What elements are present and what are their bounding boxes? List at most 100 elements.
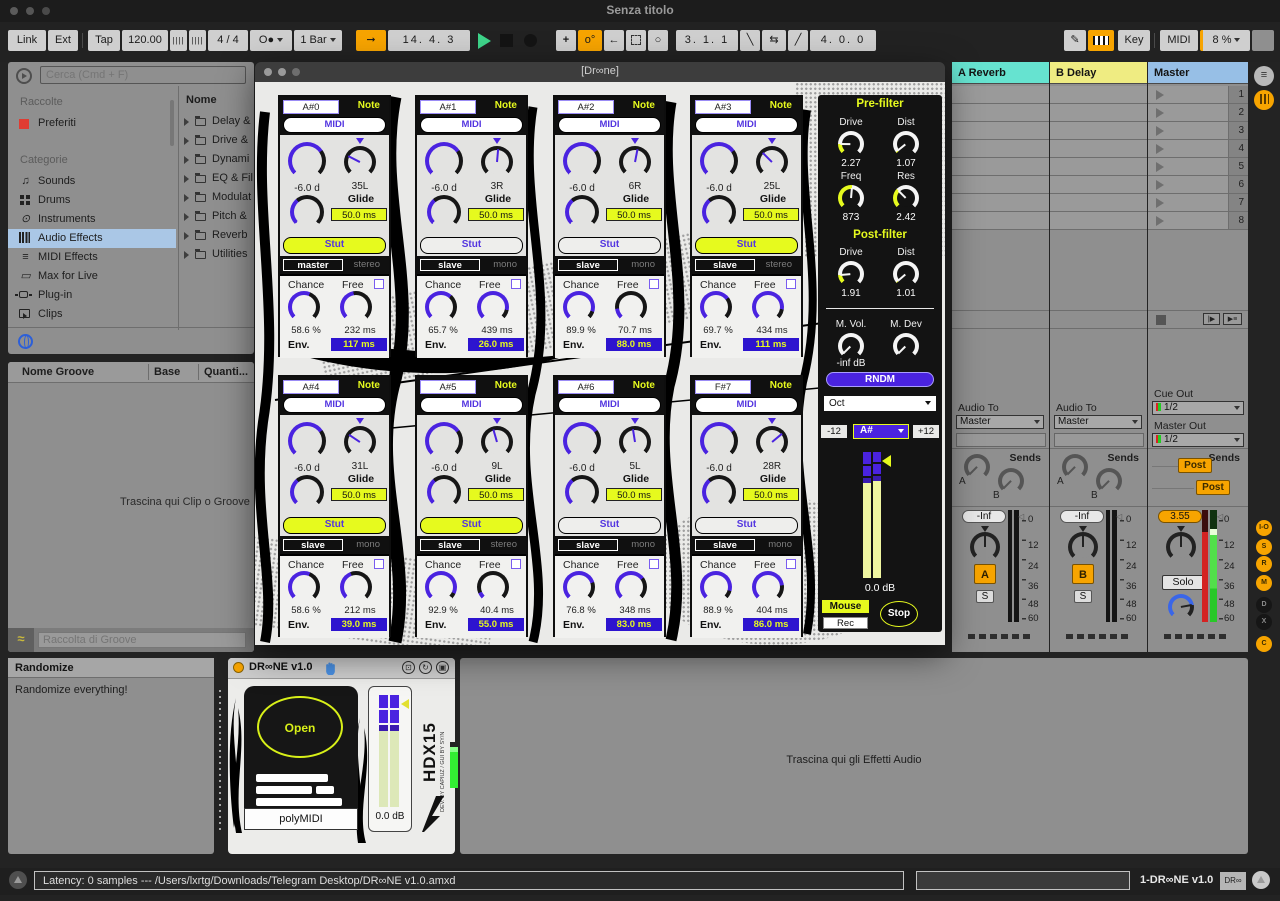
scene-play-icon[interactable] [1156,108,1164,118]
chance-value[interactable]: 89.9 % [555,325,607,336]
sidebar-item-plug-in[interactable]: Plug-in [8,286,176,305]
show-device-view-icon[interactable] [1252,871,1270,889]
stop-all-clips-button[interactable] [1156,315,1166,325]
free-knob[interactable] [615,571,647,603]
follow-button[interactable]: ➞ [356,30,386,51]
pan-knob[interactable] [756,146,788,178]
clip-slot[interactable] [1050,104,1147,122]
sidebar-item-midi-effects[interactable]: ≡MIDI Effects [8,248,176,267]
punch-in-button[interactable]: ╲ [740,30,760,51]
glide-value[interactable]: 50.0 ms [606,488,662,501]
free-knob[interactable] [615,291,647,323]
scene-row[interactable]: 5 [1148,158,1248,176]
midi-button[interactable]: MIDI [695,397,798,413]
device-presets-icon[interactable]: ⊡ [402,661,415,674]
loop-length-field[interactable]: 4. 0. 0 [810,30,876,51]
cpu-meter[interactable]: 8 % [1200,30,1250,51]
scene-number[interactable]: 8 [1228,212,1248,229]
pan-value[interactable]: 31L [338,461,382,472]
pan-value[interactable]: 3R [475,181,519,192]
channel-mode-toggle[interactable]: mono [493,259,517,270]
free-knob[interactable] [477,291,509,323]
channel-mode-toggle[interactable]: stereo [491,539,517,550]
sidebar-item-max-for-live[interactable]: ▭Max for Live [8,267,176,286]
env-value[interactable]: 55.0 ms [468,618,524,631]
polymidi-box[interactable]: polyMIDI [244,808,358,830]
free-checkbox[interactable] [374,559,384,569]
open-button[interactable]: Open [257,696,343,758]
glide-knob[interactable] [565,195,599,229]
note-mode-toggle[interactable]: Note [358,100,380,111]
audio-effects-dropzone[interactable]: Trascina qui gli Effetti Audio [460,658,1248,854]
octave-up-button[interactable]: +12 [913,425,939,438]
search-input[interactable] [40,66,246,84]
note-select[interactable]: A#4 [283,380,339,394]
chance-knob[interactable] [563,571,595,603]
device-chip[interactable]: DR∞ [1220,872,1246,890]
pan-knob[interactable] [344,426,376,458]
cue-volume-knob[interactable] [1168,594,1194,620]
metronome-button[interactable]: O● [250,30,292,51]
sync-mode-button[interactable]: slave [420,259,480,271]
scene-play-icon[interactable] [1156,90,1164,100]
channel-mode-toggle[interactable]: mono [631,539,655,550]
glide-knob[interactable] [290,475,324,509]
midi-button[interactable]: MIDI [695,117,798,133]
free-value[interactable]: 348 ms [607,605,663,616]
globe-icon[interactable] [18,334,33,349]
sync-mode-button[interactable]: master [283,259,343,271]
free-checkbox[interactable] [511,559,521,569]
pre-dist-knob[interactable] [893,131,919,157]
volume-value[interactable]: -6.0 d [421,463,467,474]
volume-knob[interactable] [288,422,326,460]
env-value[interactable]: 111 ms [743,338,799,351]
folder-row[interactable]: Reverb [180,226,254,245]
disclosure-icon[interactable] [184,232,189,240]
scene-play-icon[interactable] [1156,216,1164,226]
pan-knob[interactable] [344,146,376,178]
free-knob[interactable] [340,571,372,603]
glide-knob[interactable] [702,195,736,229]
rec-button[interactable]: Rec [823,617,868,629]
send-a-knob[interactable] [964,454,990,480]
glide-value[interactable]: 50.0 ms [331,208,387,221]
scale-dropdown[interactable]: Oct [824,396,936,411]
show-detail-view-icon[interactable] [9,871,27,889]
volume-knob[interactable] [425,142,463,180]
note-mode-toggle[interactable]: Note [633,380,655,391]
volume-knob[interactable] [288,142,326,180]
sidebar-item-drums[interactable]: Drums [8,191,176,210]
clip-slot[interactable] [952,212,1049,230]
sync-mode-button[interactable]: slave [558,259,618,271]
chance-value[interactable]: 92.9 % [417,605,469,616]
tempo-field[interactable]: 120.00 [122,30,168,51]
pan-knob[interactable] [1068,532,1098,562]
chance-knob[interactable] [700,291,732,323]
disclosure-icon[interactable] [184,137,189,145]
chance-knob[interactable] [425,291,457,323]
master-vol-value[interactable]: -inf dB [827,358,875,369]
sync-mode-button[interactable]: slave [420,539,480,551]
overview-toggle-icon[interactable]: ≡ [1254,66,1274,86]
stut-button[interactable]: Stut [283,517,386,534]
quantization-menu[interactable]: 1 Bar [294,30,342,51]
sync-mode-button[interactable]: slave [283,539,343,551]
stut-button[interactable]: Stut [420,237,523,254]
show-track-controls-toggle[interactable]: C [1256,636,1272,652]
glide-value[interactable]: 50.0 ms [743,208,799,221]
clip-slot[interactable] [1050,86,1147,104]
note-mode-toggle[interactable]: Note [495,380,517,391]
free-checkbox[interactable] [786,559,796,569]
glide-value[interactable]: 50.0 ms [606,208,662,221]
volume-value[interactable]: -6.0 d [421,183,467,194]
note-select[interactable]: A#1 [420,100,476,114]
pre-drive-knob[interactable] [838,131,864,157]
pan-knob[interactable] [619,146,651,178]
post-dist-knob[interactable] [893,261,919,287]
pan-value[interactable]: 28R [750,461,794,472]
master-dev-knob[interactable] [893,333,919,359]
clip-slot[interactable] [952,104,1049,122]
clip-slot[interactable] [1050,212,1147,230]
device-stop-button[interactable]: Stop [880,601,918,627]
scene-row[interactable]: 3 [1148,122,1248,140]
